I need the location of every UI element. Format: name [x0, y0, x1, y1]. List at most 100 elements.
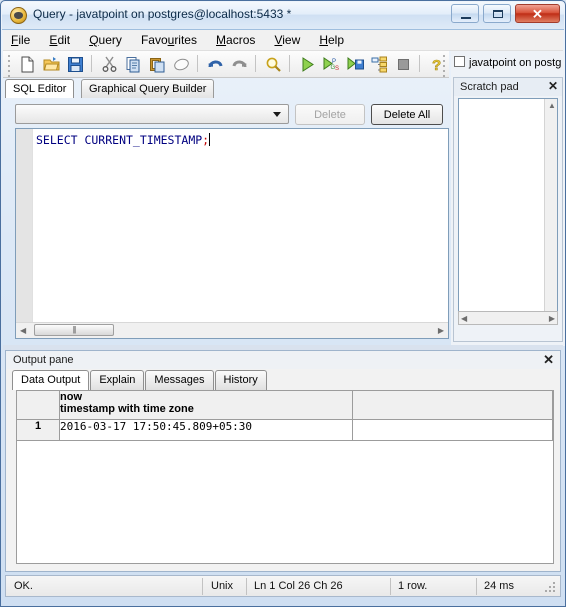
row-filler [352, 419, 553, 441]
tab-messages[interactable]: Messages [145, 370, 214, 390]
toolbar-separator-1 [91, 55, 92, 72]
text-caret [209, 133, 211, 146]
window-title: Query - javatpoint on postgres@localhost… [33, 7, 292, 21]
cell-now[interactable]: 2016-03-17 17:50:45.809+05:30 [59, 419, 353, 441]
window-controls: ✕ [450, 4, 560, 25]
stop-icon[interactable] [393, 54, 414, 75]
save-icon[interactable] [65, 54, 86, 75]
explain-query-icon[interactable] [369, 54, 390, 75]
row-number[interactable]: 1 [17, 419, 60, 441]
tab-explain[interactable]: Explain [90, 370, 145, 390]
pgadmin-elephant-icon [10, 7, 27, 24]
favourite-query-combo[interactable] [15, 104, 289, 124]
scratch-pad-vertical-scrollbar[interactable]: ▲ ▼ [544, 99, 557, 323]
undo-icon[interactable] [205, 54, 226, 75]
table-row[interactable]: 1 2016-03-17 17:50:45.809+05:30 [17, 419, 553, 441]
output-pane: Output pane ✕ Data Output Explain Messages… [5, 350, 561, 572]
toolbar: PGS ? [3, 51, 449, 78]
maximize-button[interactable] [482, 4, 511, 23]
scratch-pad-title: Scratch pad [460, 81, 519, 93]
menu-view[interactable]: View [266, 30, 308, 49]
menu-bar: File Edit Query Favourites Macros View H… [3, 30, 563, 51]
scroll-left-icon[interactable]: ◀ [461, 314, 467, 323]
resize-grip[interactable] [545, 582, 557, 594]
menu-file[interactable]: File [3, 30, 38, 49]
tab-history[interactable]: History [214, 370, 267, 390]
new-query-icon[interactable] [17, 54, 38, 75]
delete-all-button[interactable]: Delete All [371, 104, 443, 125]
chevron-down-icon [273, 112, 281, 117]
status-row-count: 1 row. [398, 580, 428, 592]
right-panel: javatpoint on postg Scratch pad ✕ ▲ ▼ ◀ … [451, 51, 565, 346]
status-cursor-position: Ln 1 Col 26 Ch 26 [254, 580, 343, 592]
grid-column-header-now[interactable]: now timestamp with time zone [59, 391, 353, 420]
scratch-pad-textarea[interactable]: ▲ ▼ [458, 98, 558, 324]
tab-sql-editor[interactable]: SQL Editor [5, 79, 75, 98]
toolbar-grip-left[interactable] [8, 55, 11, 77]
toolbar-separator-2 [197, 55, 198, 72]
scratch-pad-header: Scratch pad ✕ [454, 78, 562, 96]
editor-horizontal-scrollbar[interactable]: ◀ ▶ [16, 322, 448, 338]
column-name: now [60, 391, 82, 403]
status-bar: OK. Unix Ln 1 Col 26 Ch 26 1 row. 24 ms [5, 575, 561, 597]
close-button[interactable]: ✕ [515, 4, 560, 23]
scroll-right-icon[interactable]: ▶ [549, 314, 555, 323]
toolbar-separator-3 [255, 55, 256, 72]
copy-icon[interactable] [123, 54, 144, 75]
data-output-grid[interactable]: now timestamp with time zone 1 2016-03-1… [16, 390, 554, 564]
execute-query-icon[interactable] [297, 54, 318, 75]
title-bar: Query - javatpoint on postgres@localhost… [2, 2, 564, 30]
toolbar-grip-right[interactable] [443, 55, 446, 77]
tab-data-output[interactable]: Data Output [12, 370, 90, 390]
sql-editor[interactable]: SELECT CURRENT_TIMESTAMP; ◀ ▶ [15, 128, 449, 339]
grid-header-row: now timestamp with time zone [17, 391, 553, 420]
minimize-button[interactable] [450, 4, 479, 23]
cut-icon[interactable] [99, 54, 120, 75]
menu-edit[interactable]: Edit [41, 30, 78, 49]
toolbar-separator-5 [419, 55, 420, 72]
editor-tab-strip: SQL Editor Graphical Query Builder [5, 79, 449, 98]
grid-header-filler [352, 391, 553, 420]
execute-to-file-icon[interactable] [345, 54, 366, 75]
menu-query[interactable]: Query [81, 30, 130, 49]
status-divider-3 [390, 578, 391, 595]
output-pane-close-icon[interactable]: ✕ [543, 352, 554, 368]
open-file-icon[interactable] [41, 54, 62, 75]
menu-help[interactable]: Help [311, 30, 352, 49]
output-tab-strip: Data Output Explain Messages History [12, 370, 268, 390]
tab-graphical-query-builder[interactable]: Graphical Query Builder [81, 79, 215, 98]
menu-favourites[interactable]: Favourites [133, 30, 205, 49]
connection-selector[interactable]: javatpoint on postg [454, 56, 564, 72]
editor-scroll-right-icon[interactable]: ▶ [438, 326, 444, 335]
editor-scroll-thumb[interactable] [34, 324, 114, 336]
scratch-pad-panel: Scratch pad ✕ ▲ ▼ ◀ ▶ [453, 77, 563, 342]
svg-text:S: S [335, 66, 339, 72]
connection-label: javatpoint on postg [469, 57, 562, 69]
execute-pgscript-icon[interactable]: PGS [321, 54, 342, 75]
status-line-endings: Unix [211, 580, 234, 592]
sql-editor-text: SELECT CURRENT_TIMESTAMP; [36, 133, 211, 147]
find-replace-icon[interactable] [263, 54, 284, 75]
svg-text:?: ? [432, 57, 441, 73]
output-pane-title: Output pane [13, 354, 74, 366]
status-duration: 24 ms [484, 580, 514, 592]
status-divider-1 [202, 578, 203, 595]
connection-checkbox[interactable] [454, 56, 465, 67]
delete-button[interactable]: Delete [295, 104, 365, 125]
grid-corner-cell[interactable] [17, 391, 60, 420]
query-window: Query - javatpoint on postgres@localhost… [0, 0, 566, 607]
status-divider-4 [476, 578, 477, 595]
column-type: timestamp with time zone [60, 403, 194, 415]
status-message: OK. [14, 580, 33, 592]
scroll-up-icon[interactable]: ▲ [548, 101, 556, 110]
scratch-pad-close-icon[interactable]: ✕ [548, 79, 558, 93]
sql-keyword-text: SELECT CURRENT_TIMESTAMP [36, 133, 203, 147]
toolbar-separator-4 [289, 55, 290, 72]
paste-icon[interactable] [147, 54, 168, 75]
scratch-pad-horizontal-scrollbar[interactable]: ◀ ▶ [458, 311, 558, 325]
clear-window-icon[interactable] [171, 54, 192, 75]
editor-scroll-left-icon[interactable]: ◀ [20, 326, 26, 335]
menu-macros[interactable]: Macros [208, 30, 263, 49]
output-pane-header: Output pane ✕ [6, 351, 560, 369]
redo-icon[interactable] [229, 54, 250, 75]
